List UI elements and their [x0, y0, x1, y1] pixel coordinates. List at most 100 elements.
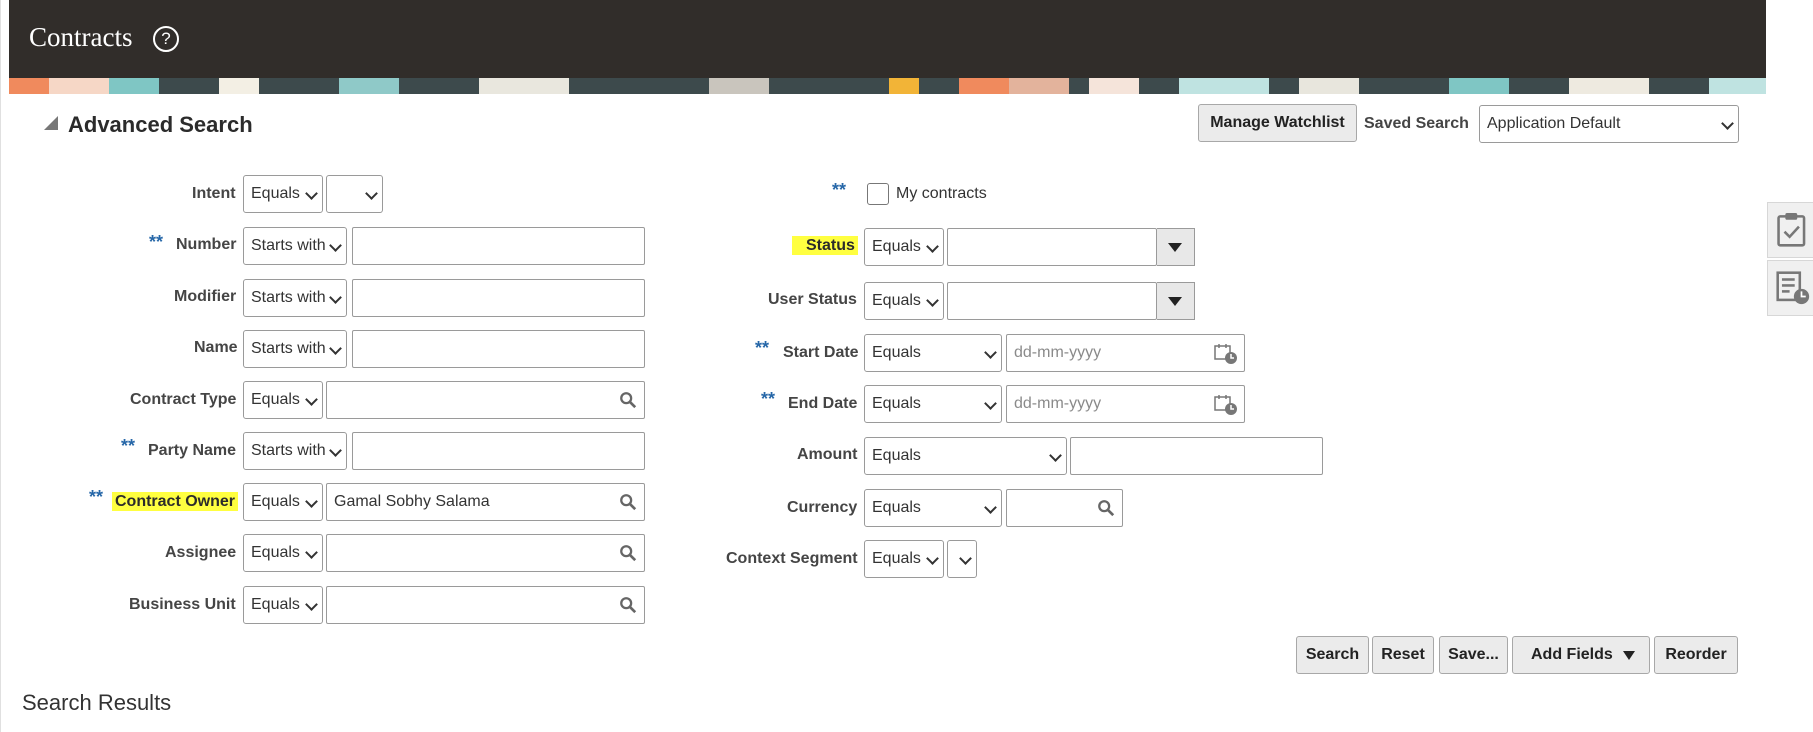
- intent-operator-select[interactable]: Equals: [243, 175, 323, 213]
- chevron-down-icon: [926, 294, 939, 307]
- calendar-icon[interactable]: [1214, 343, 1238, 365]
- contract-type-input[interactable]: [326, 381, 645, 419]
- chevron-down-icon: [365, 187, 378, 200]
- collapse-toggle-icon[interactable]: [44, 116, 58, 130]
- modifier-label: Modifier: [174, 288, 237, 305]
- search-icon[interactable]: [619, 391, 637, 409]
- required-marker: **: [149, 232, 164, 252]
- assignee-operator-value: Equals: [251, 544, 300, 561]
- saved-search-select[interactable]: Application Default: [1479, 105, 1739, 143]
- page-left-edge: [0, 0, 1, 732]
- modifier-input[interactable]: [352, 279, 645, 317]
- contract-owner-operator-select[interactable]: Equals: [243, 483, 323, 521]
- context-segment-operator-select[interactable]: Equals: [864, 540, 944, 578]
- contract-type-label: Contract Type: [130, 391, 237, 408]
- save-button[interactable]: Save...: [1439, 636, 1508, 674]
- my-contracts-checkbox[interactable]: [867, 183, 889, 205]
- assignee-operator-select[interactable]: Equals: [243, 534, 323, 572]
- context-segment-value-select[interactable]: [947, 540, 977, 578]
- assignee-input[interactable]: [326, 534, 645, 572]
- user-status-operator-value: Equals: [872, 292, 921, 309]
- user-status-input[interactable]: [947, 282, 1157, 320]
- my-contracts-label: My contracts: [896, 185, 987, 202]
- modifier-operator-value: Starts with: [251, 289, 326, 306]
- intent-label: Intent: [192, 185, 236, 202]
- status-operator-value: Equals: [872, 238, 921, 255]
- business-unit-operator-value: Equals: [251, 596, 300, 613]
- start-date-placeholder: dd-mm-yyyy: [1014, 344, 1102, 361]
- chevron-down-icon: [305, 546, 318, 559]
- reset-button[interactable]: Reset: [1372, 636, 1434, 674]
- number-operator-value: Starts with: [251, 237, 326, 254]
- search-icon[interactable]: [1097, 499, 1115, 517]
- end-date-label: End Date: [788, 395, 858, 412]
- search-button[interactable]: Search: [1296, 636, 1369, 674]
- user-status-label: User Status: [768, 291, 857, 308]
- contract-owner-label-text: Contract Owner: [112, 492, 239, 511]
- currency-input[interactable]: [1006, 489, 1123, 527]
- saved-search-label: Saved Search: [1364, 115, 1469, 132]
- party-name-operator-select[interactable]: Starts with: [243, 432, 347, 470]
- search-icon[interactable]: [619, 493, 637, 511]
- start-date-operator-select[interactable]: Equals: [864, 334, 1002, 372]
- business-unit-input[interactable]: [326, 586, 645, 624]
- recent-items-panel-tab[interactable]: [1767, 260, 1813, 316]
- amount-operator-select[interactable]: Equals: [864, 437, 1067, 475]
- contract-owner-value: Gamal Sobhy Salama: [334, 493, 490, 510]
- currency-operator-select[interactable]: Equals: [864, 489, 1002, 527]
- amount-input[interactable]: [1070, 437, 1323, 475]
- start-date-operator-value: Equals: [872, 344, 921, 361]
- status-input[interactable]: [947, 228, 1157, 266]
- modifier-operator-select[interactable]: Starts with: [243, 279, 347, 317]
- start-date-label: Start Date: [783, 344, 859, 361]
- reorder-button[interactable]: Reorder: [1654, 636, 1738, 674]
- calendar-icon[interactable]: [1214, 394, 1238, 416]
- add-fields-label: Add Fields: [1531, 646, 1613, 663]
- caret-down-icon: [1623, 651, 1635, 660]
- intent-operator-value: Equals: [251, 185, 300, 202]
- party-name-label: Party Name: [148, 442, 237, 459]
- search-icon[interactable]: [619, 544, 637, 562]
- status-dropdown-button[interactable]: [1157, 228, 1195, 266]
- number-input[interactable]: [352, 227, 645, 265]
- contract-owner-input[interactable]: Gamal Sobhy Salama: [326, 483, 645, 521]
- search-results-title: Search Results: [22, 690, 172, 715]
- amount-label: Amount: [797, 446, 858, 463]
- chevron-down-icon: [305, 187, 318, 200]
- name-operator-select[interactable]: Starts with: [243, 330, 347, 368]
- business-unit-label: Business Unit: [129, 596, 236, 613]
- user-status-dropdown-button[interactable]: [1157, 282, 1195, 320]
- chevron-down-icon: [329, 291, 342, 304]
- chevron-down-icon: [926, 552, 939, 565]
- start-date-input[interactable]: dd-mm-yyyy: [1006, 334, 1245, 372]
- end-date-input[interactable]: dd-mm-yyyy: [1006, 385, 1245, 423]
- amount-operator-value: Equals: [872, 447, 921, 464]
- chevron-down-icon: [984, 346, 997, 359]
- end-date-placeholder: dd-mm-yyyy: [1014, 395, 1102, 412]
- number-label: Number: [176, 236, 237, 253]
- contract-type-operator-select[interactable]: Equals: [243, 381, 323, 419]
- party-name-input[interactable]: [352, 432, 645, 470]
- help-icon[interactable]: ?: [153, 26, 179, 52]
- user-status-operator-select[interactable]: Equals: [864, 282, 944, 320]
- number-operator-select[interactable]: Starts with: [243, 227, 347, 265]
- add-fields-button[interactable]: Add Fields: [1512, 636, 1650, 674]
- intent-value-select[interactable]: [326, 175, 383, 213]
- manage-watchlist-button[interactable]: Manage Watchlist: [1198, 104, 1357, 142]
- required-marker: **: [832, 180, 847, 200]
- name-input[interactable]: [352, 330, 645, 368]
- required-marker: **: [121, 436, 136, 456]
- chevron-down-icon: [984, 501, 997, 514]
- context-segment-operator-value: Equals: [872, 550, 921, 567]
- currency-operator-value: Equals: [872, 499, 921, 516]
- status-operator-select[interactable]: Equals: [864, 228, 944, 266]
- business-unit-operator-select[interactable]: Equals: [243, 586, 323, 624]
- required-marker: **: [761, 389, 776, 409]
- contract-owner-label: Contract Owner: [112, 492, 239, 511]
- end-date-operator-select[interactable]: Equals: [864, 385, 1002, 423]
- search-icon[interactable]: [619, 596, 637, 614]
- context-segment-label: Context Segment: [726, 550, 858, 567]
- contract-owner-operator-value: Equals: [251, 493, 300, 510]
- required-marker: **: [755, 338, 770, 358]
- tasks-panel-tab[interactable]: [1767, 202, 1813, 258]
